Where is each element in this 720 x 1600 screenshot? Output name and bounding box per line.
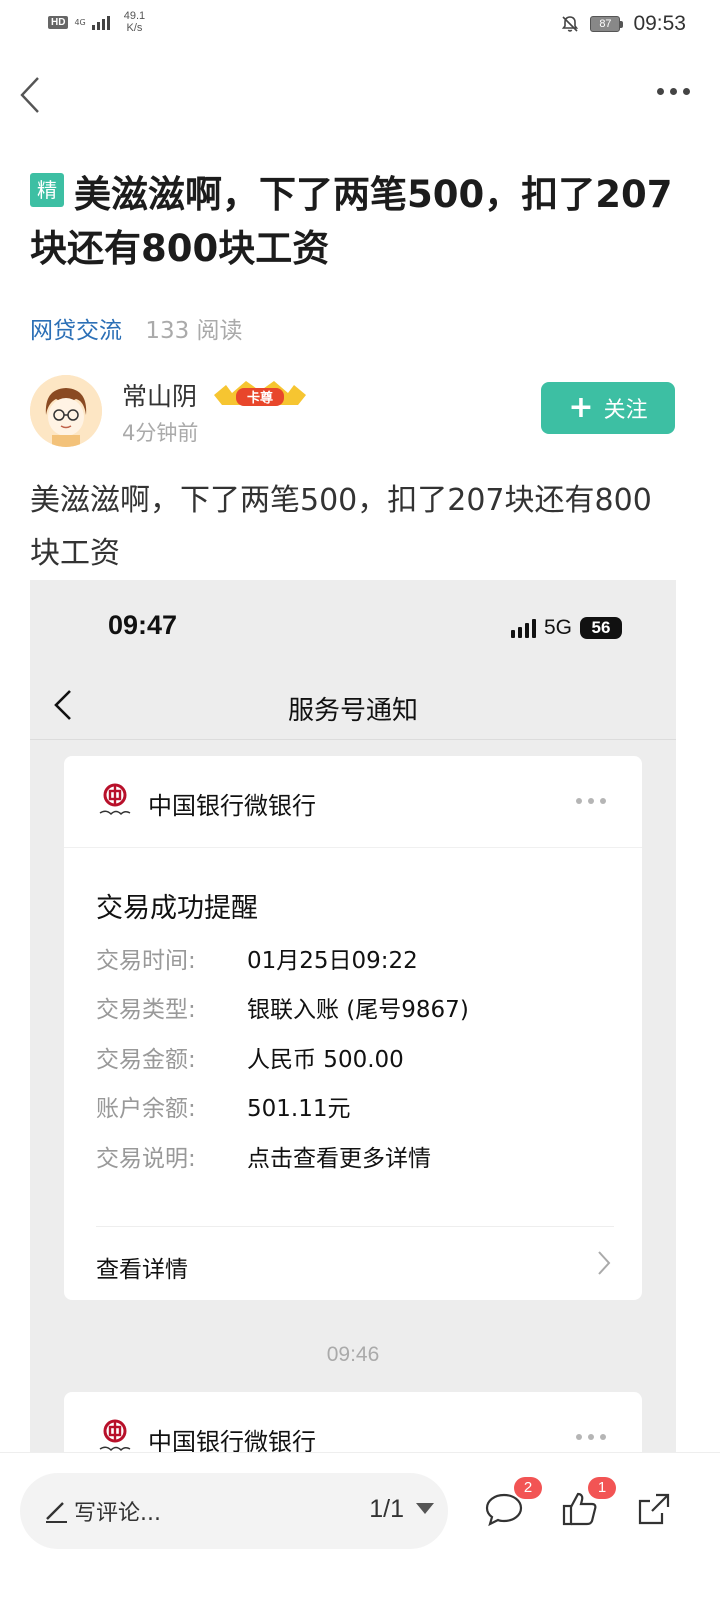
status-right: 87 09:53: [560, 12, 686, 36]
row-value: 银联入账 (尾号9867): [247, 997, 469, 1024]
message-time-separator: 09:46: [326, 1343, 380, 1366]
plus-icon: +: [568, 390, 594, 425]
like-count-badge: 1: [588, 1477, 616, 1499]
row-value: 501.11元: [247, 1096, 351, 1123]
row-value: 人民币 500.00: [247, 1046, 404, 1073]
post-title: 精美滋滋啊，下了两笔500，扣了207块还有800块工资: [30, 168, 680, 276]
embedded-screenshot[interactable]: 09:47 5G 56 服务号通知 中国银行微银行 交易成功提醒 交易时间: 01…: [30, 580, 676, 1460]
bottom-action-bar: 写评论... 1/1 2 1: [0, 1452, 720, 1600]
author-name[interactable]: 常山阴: [122, 377, 197, 413]
screenshot-network: 5G: [543, 616, 572, 639]
card-header: 中国银行微银行: [64, 1392, 642, 1460]
row-label: 交易说明:: [96, 1145, 196, 1172]
back-arrow-icon[interactable]: [16, 72, 46, 118]
transaction-row: 交易金额: 人民币 500.00: [96, 1032, 616, 1082]
transaction-card: 中国银行微银行: [64, 1392, 642, 1460]
system-status-bar: HD 4G 49.1 K/s 87 09:53: [0, 0, 720, 50]
pen-icon: [46, 1502, 67, 1523]
transaction-row: 交易说明: 点击查看更多详情: [96, 1131, 616, 1181]
transaction-rows: 交易时间: 01月25日09:22 交易类型: 银联入账 (尾号9867) 交易金额…: [96, 933, 616, 1181]
post-title-text: 美滋滋啊，下了两笔500，扣了207块还有800块工资: [30, 173, 673, 270]
featured-badge: 精: [30, 173, 64, 207]
boc-logo-icon: [99, 783, 131, 816]
more-dots-icon: [576, 798, 606, 804]
follow-button[interactable]: + 关注: [541, 382, 675, 434]
comment-count-badge: 2: [514, 1477, 542, 1499]
screenshot-status-right: 5G 56: [510, 616, 622, 640]
transaction-row: 账户余额: 501.11元: [96, 1082, 616, 1132]
screenshot-battery: 56: [580, 617, 622, 639]
view-details-link: 查看详情: [96, 1257, 188, 1283]
comment-placeholder: 写评论...: [74, 1501, 161, 1526]
avatar[interactable]: [30, 375, 102, 447]
post-meta: 网贷交流 133 阅读: [30, 311, 243, 345]
row-label: 交易时间:: [96, 947, 196, 974]
screenshot-nav: 服务号通知: [30, 670, 676, 740]
net-speed: 49.1 K/s: [124, 10, 145, 34]
transaction-card: 中国银行微银行 交易成功提醒 交易时间: 01月25日09:22 交易类型: 银联入…: [64, 756, 642, 1300]
transaction-row: 交易时间: 01月25日09:22: [96, 933, 616, 983]
net-speed-unit: K/s: [126, 22, 143, 34]
row-label: 交易金额:: [96, 1046, 196, 1073]
transaction-row: 交易类型: 银联入账 (尾号9867): [96, 983, 616, 1033]
chevron-right-icon: [598, 1251, 611, 1275]
battery-icon: 87: [590, 16, 624, 32]
post-time: 4分钟前: [122, 421, 199, 445]
screenshot-nav-title: 服务号通知: [287, 696, 418, 726]
share-icon[interactable]: [634, 1489, 674, 1529]
bell-muted-icon: [562, 16, 579, 32]
signal-icon: [510, 618, 536, 638]
comment-input[interactable]: 写评论... 1/1: [20, 1473, 448, 1549]
status-left: HD 4G 49.1 K/s: [48, 10, 145, 34]
forum-link[interactable]: 网贷交流: [30, 318, 122, 344]
crown-badge-icon: 卡尊: [214, 381, 306, 406]
more-dots-icon: [576, 1434, 606, 1440]
network-type: 4G: [74, 17, 86, 27]
read-count: 133 阅读: [145, 318, 243, 344]
top-nav: [0, 66, 720, 126]
post-body: 美滋滋啊，下了两笔500，扣了207块还有800块工资: [30, 483, 652, 571]
notice-title: 交易成功提醒: [96, 893, 258, 924]
row-label: 交易类型:: [96, 997, 196, 1024]
page-indicator[interactable]: 1/1: [369, 1495, 404, 1524]
signal-icon: [91, 14, 110, 30]
row-value: 01月25日09:22: [247, 947, 418, 974]
follow-label: 关注: [603, 398, 648, 423]
battery-level: 87: [590, 16, 621, 32]
caret-down-icon[interactable]: [416, 1503, 434, 1514]
badge-label: 卡尊: [247, 390, 273, 406]
bank-name: 中国银行微银行: [148, 792, 316, 820]
screenshot-time: 09:47: [108, 610, 178, 640]
screenshot-status-bar: 09:47 5G 56: [30, 580, 676, 670]
card-header: 中国银行微银行: [64, 756, 642, 848]
hd-indicator: HD: [48, 15, 69, 29]
avatar-cartoon-icon: [30, 375, 102, 447]
net-speed-value: 49.1: [123, 10, 146, 22]
more-options-icon[interactable]: [657, 88, 690, 95]
card-divider: [96, 1226, 614, 1227]
row-value: 点击查看更多详情: [247, 1145, 431, 1172]
status-time: 09:53: [633, 12, 686, 35]
row-label: 账户余额:: [96, 1096, 196, 1123]
author-row: 常山阴 卡尊 4分钟前 + 关注: [30, 375, 675, 450]
